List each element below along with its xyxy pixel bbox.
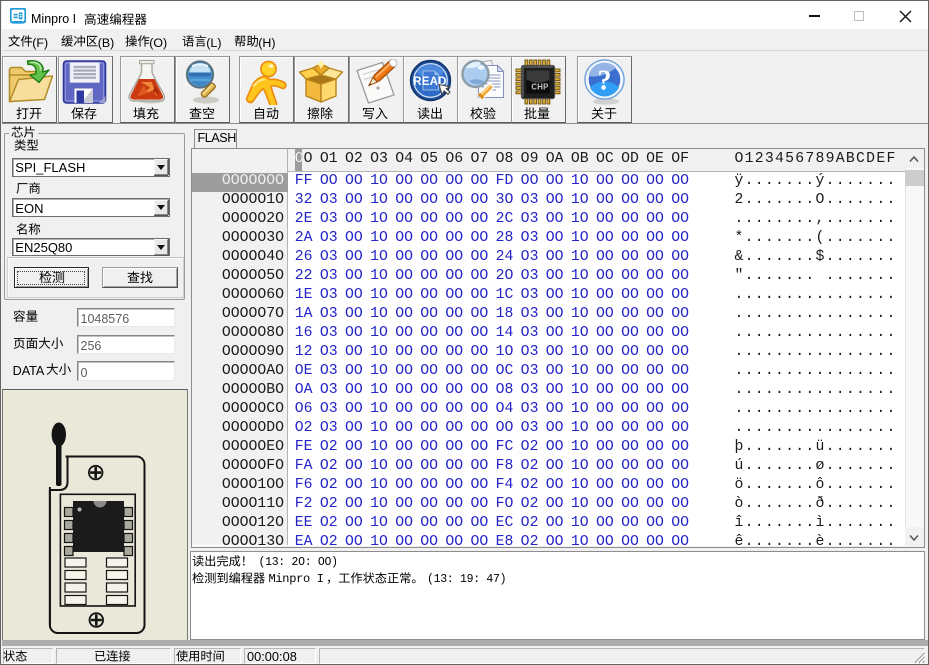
svg-text:CHP: CHP — [531, 82, 548, 91]
svg-text:?: ? — [597, 65, 611, 96]
